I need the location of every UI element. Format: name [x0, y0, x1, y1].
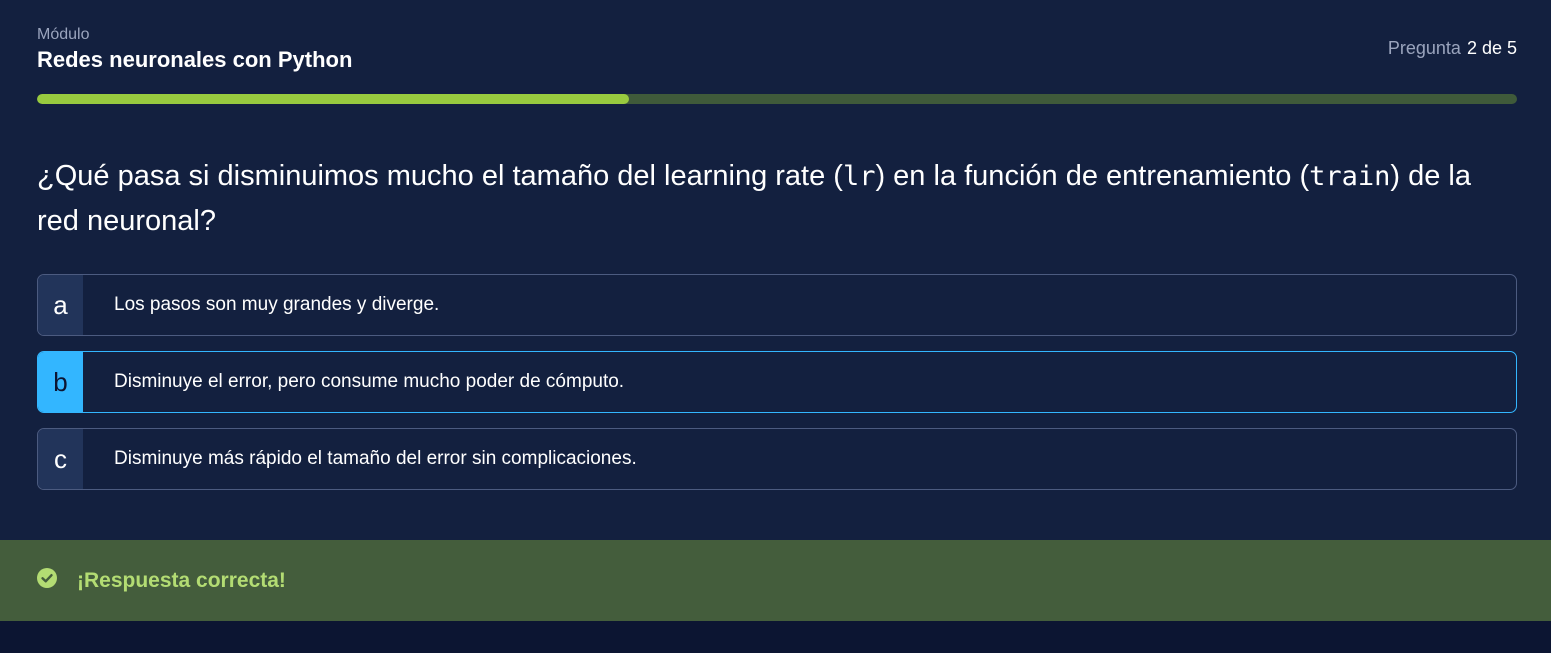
answer-option-a[interactable]: a Los pasos son muy grandes y diverge. — [37, 274, 1517, 336]
question-code-train: train — [1309, 161, 1391, 192]
question-counter-label: Pregunta — [1387, 38, 1461, 58]
question-text-part: ¿Qué pasa si disminuimos mucho el tamaño… — [37, 160, 843, 192]
progress-bar — [37, 94, 1517, 104]
question-counter-value: 2 de 5 — [1466, 38, 1517, 58]
quiz-panel: Módulo Redes neuronales con Python Pregu… — [0, 0, 1551, 540]
question-counter: Pregunta 2 de 5 — [1388, 38, 1517, 59]
feedback-banner: ¡Respuesta correcta! — [0, 540, 1551, 621]
quiz-header: Módulo Redes neuronales con Python Pregu… — [37, 26, 1517, 76]
option-text: Disminuye el error, pero consume mucho p… — [114, 371, 625, 392]
option-letter: a — [38, 275, 83, 335]
option-text: Disminuye más rápido el tamaño del error… — [114, 448, 637, 469]
option-letter: c — [38, 429, 83, 489]
question-text: ¿Qué pasa si disminuimos mucho el tamaño… — [37, 154, 1517, 244]
answer-option-c[interactable]: c Disminuye más rápido el tamaño del err… — [37, 428, 1517, 490]
module-label: Módulo — [37, 26, 90, 43]
feedback-message: ¡Respuesta correcta! — [77, 569, 286, 592]
question-text-part: ) en la función de entrenamiento ( — [875, 160, 1310, 192]
check-circle-icon — [37, 568, 57, 588]
progress-bar-fill — [37, 94, 629, 104]
option-text: Los pasos son muy grandes y diverge. — [114, 294, 440, 315]
answer-option-b[interactable]: b Disminuye el error, pero consume mucho… — [37, 351, 1517, 413]
module-title: Redes neuronales con Python — [37, 47, 353, 72]
option-letter: b — [38, 352, 83, 412]
question-code-lr: lr — [842, 161, 876, 192]
